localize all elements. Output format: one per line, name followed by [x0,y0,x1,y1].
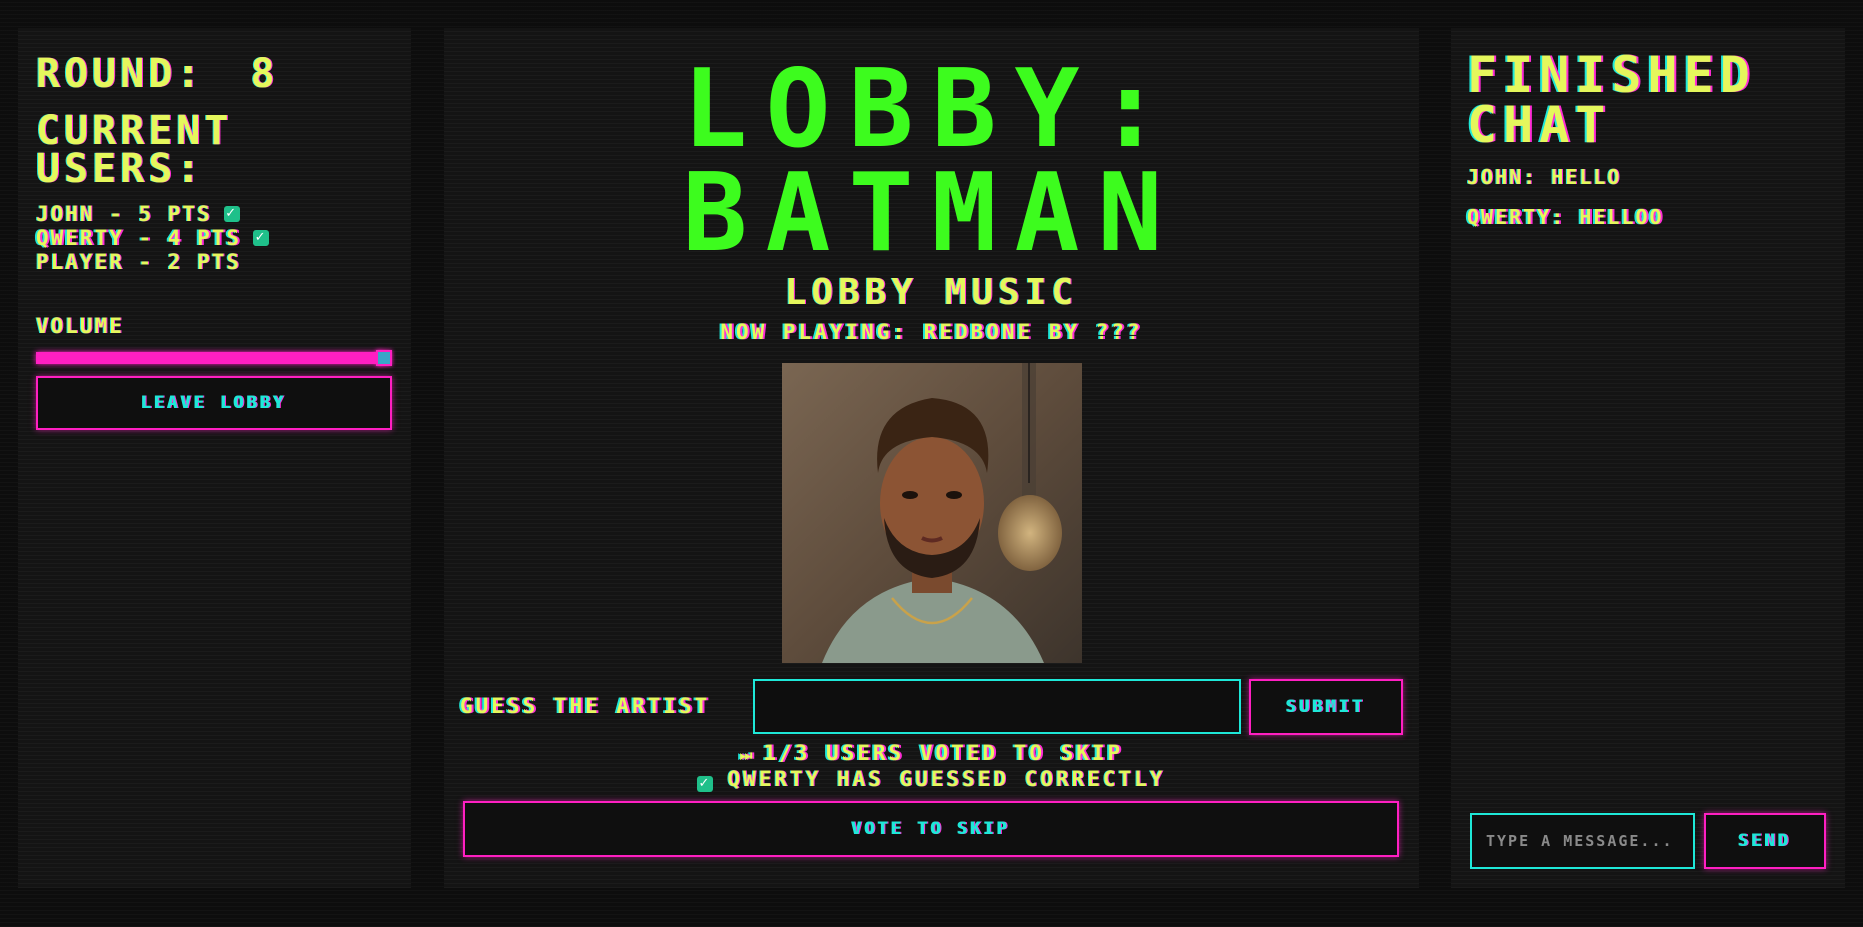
user-score-text: QWERTY - 4 PTS [36,226,242,250]
artist-photo [782,363,1082,663]
user-score-text: JOHN - 5 PTS [36,202,212,226]
volume-slider-thumb[interactable] [376,350,392,366]
message-input[interactable] [1470,813,1695,869]
volume-label: VOLUME [36,314,124,338]
volume-slider-track[interactable] [36,352,384,364]
round-indicator: ROUND: 8 [36,52,393,96]
volume-slider[interactable] [36,350,392,366]
user-score-text: PLAYER - 2 PTS [36,250,242,274]
guessed-correctly-text: QWERTY HAS GUESSED CORRECTLY [727,767,1166,791]
skip-status-text: 1/3 USERS VOTED TO SKIP [763,741,1124,765]
chat-message: QWERTY: HELLOO [1467,205,1664,229]
guess-the-artist-label: GUESS THE ARTIST [460,694,711,718]
vote-to-skip-button[interactable]: VOTE TO SKIP [463,801,1399,857]
artist-guess-input[interactable] [753,679,1241,734]
guessed-correctly-status: ✓ QWERTY HAS GUESSED CORRECTLY [444,766,1419,792]
user-list-item: QWERTY - 4 PTS ✓ [36,226,393,250]
lobby-title-line2: BATMAN [682,151,1181,276]
chat-title: FINISHED CHAT [1467,50,1829,150]
check-icon: ✓ [223,206,240,222]
check-icon: ✓ [697,776,714,792]
submit-button[interactable]: SUBMIT [1249,679,1403,735]
fast-forward-icon: ⏭ [739,748,756,764]
check-icon: ✓ [253,230,270,246]
leave-lobby-button[interactable]: LEAVE LOBBY [36,376,392,430]
current-users-title: CURRENT USERS: [36,108,393,192]
chat-title-line2: CHAT [1467,96,1612,154]
user-list-item: JOHN - 5 PTS ✓ [36,202,393,226]
lobby-title: LOBBY: BATMAN [444,47,1419,276]
skip-status: ⏭ 1/3 USERS VOTED TO SKIP [444,740,1419,769]
round-label: ROUND: [36,51,205,97]
chat-message: JOHN: HELLO [1467,165,1622,189]
current-users-title-line2: USERS: [36,146,205,192]
artist-photo-image [782,363,1082,663]
main-panel: LOBBY: BATMAN LOBBY MUSIC NOW PLAYING: R… [444,28,1419,888]
send-button[interactable]: SEND [1704,813,1826,869]
user-list: JOHN - 5 PTS ✓ QWERTY - 4 PTS ✓ PLAYER -… [36,202,393,274]
round-value: 8 [250,51,279,97]
lobby-music-title: LOBBY MUSIC [784,272,1079,313]
lobby-title-line1: LOBBY: [682,47,1181,172]
left-panel: ROUND: 8 CURRENT USERS: JOHN - 5 PTS ✓ Q… [18,28,411,888]
chat-panel: FINISHED CHAT JOHN: HELLO QWERTY: HELLOO… [1451,28,1845,888]
current-users-title-line1: CURRENT [36,108,233,154]
chat-title-line1: FINISHED [1467,46,1756,104]
now-playing-text: NOW PLAYING: REDBONE BY ??? [720,320,1143,344]
user-list-item: PLAYER - 2 PTS [36,250,393,274]
